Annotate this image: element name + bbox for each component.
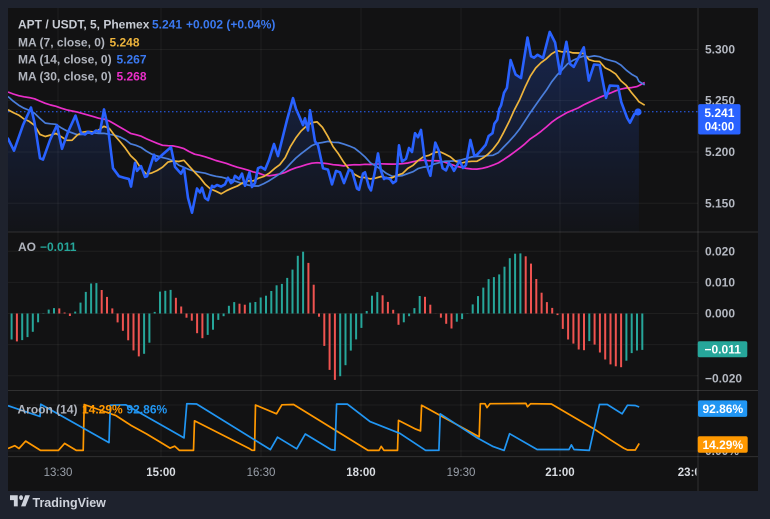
svg-text:5.248: 5.248	[110, 35, 140, 49]
svg-text:14.29%: 14.29%	[82, 402, 123, 416]
svg-text:19:30: 19:30	[447, 467, 476, 479]
svg-text:0.020: 0.020	[705, 245, 735, 259]
svg-text:5.150: 5.150	[705, 197, 735, 211]
svg-text:5.241: 5.241	[704, 106, 734, 120]
svg-text:15:00: 15:00	[146, 467, 175, 479]
svg-text:13:30: 13:30	[44, 467, 73, 479]
svg-text:21:00: 21:00	[545, 467, 574, 479]
svg-text:18:00: 18:00	[346, 467, 375, 479]
svg-text:−0.011: −0.011	[40, 240, 77, 254]
svg-text:5.241: 5.241	[152, 18, 182, 32]
svg-text:16:30: 16:30	[247, 467, 276, 479]
svg-text:92.86%: 92.86%	[702, 402, 743, 416]
svg-text:5.267: 5.267	[117, 53, 147, 67]
svg-text:−0.020: −0.020	[705, 372, 742, 386]
svg-text:MA (7, close, 0): MA (7, close, 0)	[18, 35, 105, 49]
svg-text:+0.002 (+0.04%): +0.002 (+0.04%)	[186, 18, 275, 32]
svg-text:0.000: 0.000	[705, 307, 735, 321]
svg-text:04:00: 04:00	[705, 122, 734, 134]
svg-text:APT / USDT, 5, Phemex: APT / USDT, 5, Phemex	[18, 18, 150, 32]
svg-text:14.29%: 14.29%	[702, 438, 743, 452]
svg-text:TradingView: TradingView	[33, 496, 107, 510]
svg-text:MA (30, close, 0): MA (30, close, 0)	[18, 70, 112, 84]
svg-text:AO: AO	[18, 240, 36, 254]
svg-text:Aroon (14): Aroon (14)	[18, 402, 78, 416]
svg-text:5.268: 5.268	[117, 70, 147, 84]
svg-text:5.300: 5.300	[705, 43, 735, 57]
svg-text:−0.011: −0.011	[705, 343, 742, 357]
svg-text:5.200: 5.200	[705, 145, 735, 159]
svg-text:MA (14, close, 0): MA (14, close, 0)	[18, 53, 112, 67]
svg-text:0.010: 0.010	[705, 276, 735, 290]
svg-text:92.86%: 92.86%	[127, 402, 168, 416]
